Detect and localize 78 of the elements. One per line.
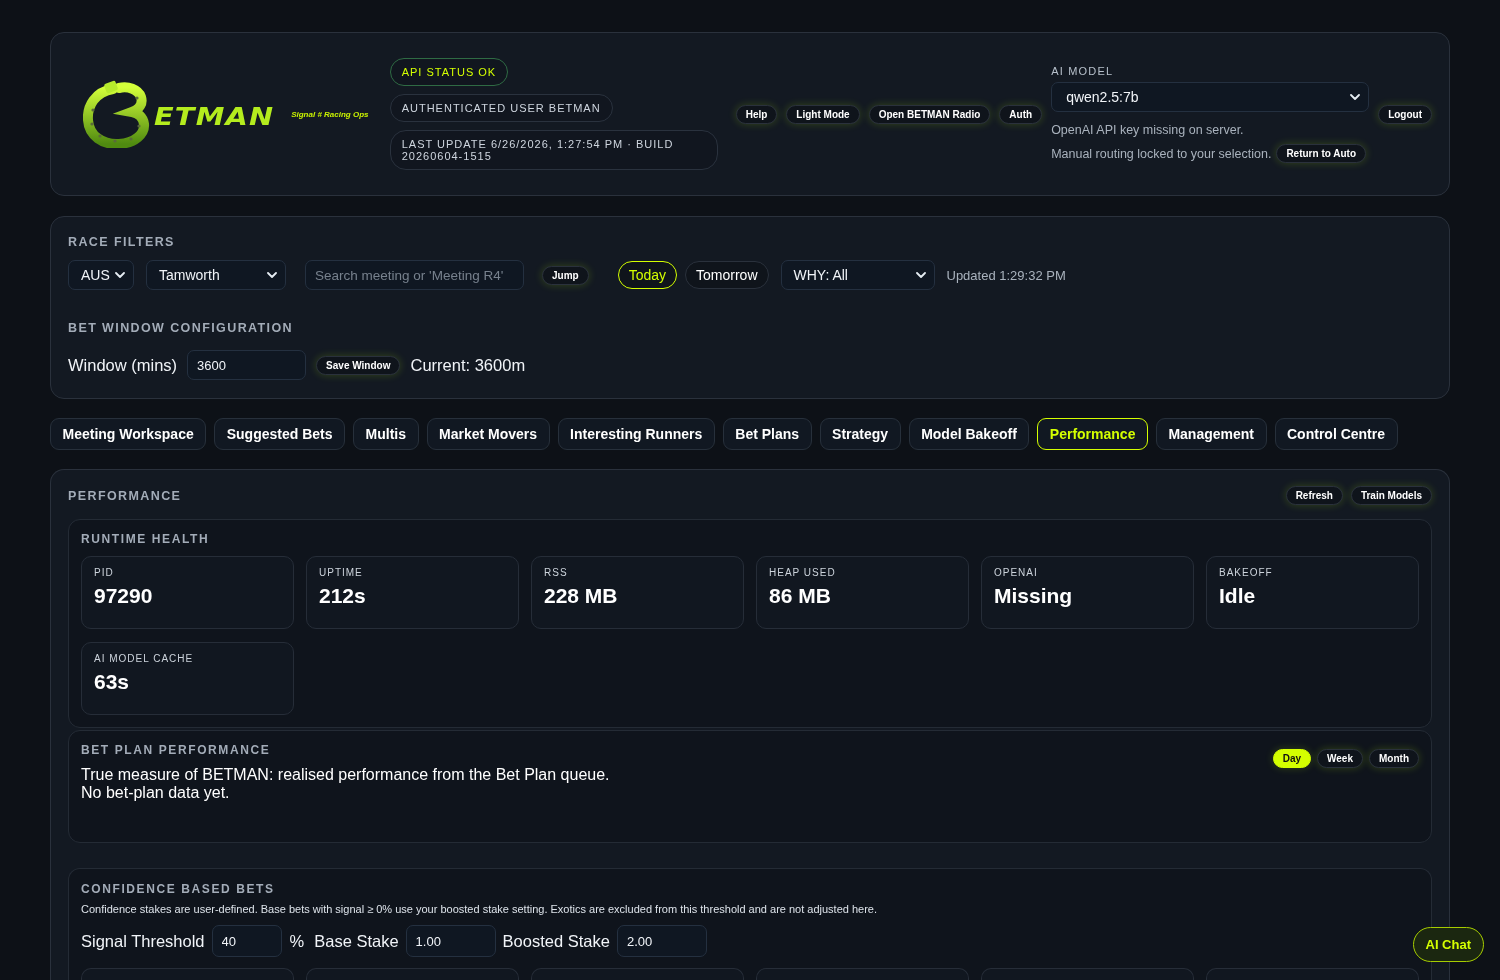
metric-value: 86 MB <box>769 584 831 608</box>
meeting-select[interactable]: Tamworth <box>146 260 286 290</box>
base-stake-field[interactable]: 1.00 <box>405 925 496 957</box>
logout-button[interactable]: Logout <box>1378 104 1432 124</box>
ai-model-label: AI MODEL <box>1051 65 1114 77</box>
status-badge: LAST UPDATE 6/26/2026, 1:27:54 PM · BUILD 20260604-1515 <box>389 130 718 170</box>
nav-tab[interactable]: Multis <box>353 418 419 450</box>
nav-tab[interactable]: Management <box>1155 418 1267 450</box>
nav-tab[interactable]: Meeting Workspace <box>50 418 207 450</box>
metric-value: Missing <box>994 584 1073 608</box>
metric-label: OPENAI <box>994 567 1038 579</box>
jump-button[interactable]: Jump <box>542 265 589 285</box>
train-models-button[interactable]: Train Models <box>1350 486 1432 505</box>
metric-value: 97290 <box>94 584 153 608</box>
light-mode-button[interactable]: Light Mode <box>786 104 860 124</box>
section-title: PERFORMANCE <box>68 487 182 504</box>
field-label: Signal Threshold <box>81 931 205 951</box>
unit-label: % <box>289 931 305 951</box>
section-title: RUNTIME HEALTH <box>81 532 210 546</box>
nav-tab[interactable]: Bet Plans <box>722 418 812 450</box>
field-label: Base Stake <box>314 931 399 951</box>
updated-time: Updated 1:29:32 PM <box>946 267 1066 283</box>
api-key-notice: OpenAI API key missing on server. <box>1051 123 1244 137</box>
nav-tab[interactable]: Strategy <box>819 418 901 450</box>
metric-value: 212s <box>319 584 366 608</box>
metric-value: 228 MB <box>544 584 618 608</box>
auth-button[interactable]: Auth <box>999 104 1043 124</box>
metric-label: AI MODEL CACHE <box>94 653 194 665</box>
nav-tab[interactable]: Suggested Bets <box>214 418 346 450</box>
chevron-down-icon <box>115 272 125 278</box>
date-filter-toggle[interactable]: Tomorrow <box>685 261 769 289</box>
metric-value: 63s <box>94 670 130 694</box>
period-toggle[interactable]: Week <box>1317 749 1363 768</box>
date-filter-toggle[interactable]: Today <box>617 261 678 289</box>
refresh-button[interactable]: Refresh <box>1285 486 1343 505</box>
nav-tab[interactable]: Performance <box>1037 418 1148 450</box>
metric-value: Idle <box>1219 584 1256 608</box>
country-select[interactable]: AUS <box>68 260 134 290</box>
tagline: Signal # Racing Ops <box>291 109 370 119</box>
description-text: No bet-plan data yet. <box>81 784 230 802</box>
window-field[interactable]: 3600 <box>187 350 307 380</box>
period-toggle[interactable]: Day <box>1272 749 1312 768</box>
metric-label: UPTIME <box>319 567 363 579</box>
metric-label: RSS <box>544 567 568 579</box>
nav-tab[interactable]: Control Centre <box>1274 418 1398 450</box>
current-window: Current: 3600m <box>410 355 526 375</box>
status-badge: API STATUS OK <box>389 58 509 86</box>
routing-note: Manual routing locked to your selection. <box>1051 146 1272 161</box>
ai-model-select[interactable]: qwen2.5:7b <box>1051 82 1370 112</box>
nav-tab[interactable]: Interesting Runners <box>557 418 715 450</box>
why-filter-select[interactable]: WHY: All <box>780 260 935 290</box>
section-title: BET WINDOW CONFIGURATION <box>68 320 293 336</box>
section-title: CONFIDENCE BASED BETS <box>81 882 275 896</box>
nav-tab[interactable]: Market Movers <box>426 418 550 450</box>
section-title: BET PLAN PERFORMANCE <box>81 743 271 757</box>
window-label: Window (mins) <box>68 355 178 375</box>
return-to-auto-button[interactable]: Return to Auto <box>1276 144 1366 163</box>
field-label: Boosted Stake <box>502 931 610 951</box>
logo-text: ETMAN <box>154 103 275 131</box>
section-title: RACE FILTERS <box>68 234 175 250</box>
metric-label: HEAP USED <box>769 567 836 579</box>
description-text: Confidence stakes are user-defined. Base bets with signal ≥ 0% use your boosted stake setting. Exotics are excluded from this threshold and are not adjusted here. <box>81 903 879 916</box>
chevron-down-icon <box>915 272 926 278</box>
help-button[interactable]: Help <box>735 104 778 124</box>
metric-label: BAKEOFF <box>1219 567 1273 579</box>
audio-stream-button[interactable]: Open BETMAN Radio <box>868 104 991 124</box>
nav-tab[interactable]: Model Bakeoff <box>908 418 1030 450</box>
boosted-stake-field[interactable]: 2.00 <box>616 925 707 957</box>
chevron-down-icon <box>267 272 277 278</box>
chevron-down-icon <box>1350 94 1361 100</box>
ai-chat-button[interactable]: AI Chat <box>1412 927 1484 962</box>
save-window-button[interactable]: Save Window <box>316 355 401 375</box>
description-text: True measure of BETMAN: realised performance from the Bet Plan queue. <box>81 766 610 784</box>
threshold-field[interactable]: 40 <box>211 925 282 957</box>
search-field[interactable]: Search meeting or 'Meeting R4' <box>305 260 524 290</box>
metric-label: PID <box>94 567 114 579</box>
status-badge: AUTHENTICATED USER BETMAN <box>389 94 613 122</box>
period-toggle[interactable]: Month <box>1369 749 1419 768</box>
